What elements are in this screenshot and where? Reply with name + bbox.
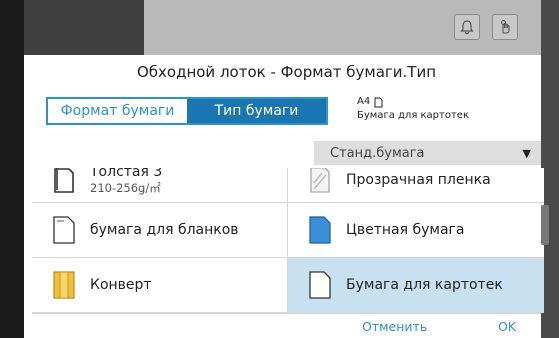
thick-paper-icon (54, 168, 74, 193)
cell-label: Цветная бумага (346, 222, 465, 238)
paper-type-envelope[interactable]: Конверт (32, 258, 288, 313)
page-title: Обходной лоток - Формат бумаги.Тип (136, 63, 437, 81)
portrait-page-icon (374, 97, 383, 107)
cell-label: Конверт (90, 277, 152, 293)
tab-paper-size[interactable]: Формат бумаги (48, 99, 187, 123)
ok-button[interactable]: OK (498, 319, 516, 334)
paper-type-colored[interactable]: Цветная бумага (288, 203, 544, 258)
top-bar (24, 0, 541, 55)
paper-type-dropdown[interactable]: Станд.бумага ▼ (314, 141, 541, 165)
paper-type-thick-3[interactable]: Толстая 3 210-256g/㎡ ··· (32, 168, 288, 203)
chevron-down-icon: ▼ (522, 146, 531, 160)
tab-group: Формат бумаги Тип бумаги (46, 97, 328, 125)
footer: Отменить OK (32, 313, 541, 338)
paper-type-letterhead[interactable]: бумага для бланков (32, 203, 288, 258)
touch-icon[interactable] (492, 14, 518, 40)
cell-label: бумага для бланков (90, 222, 239, 238)
paper-type-index[interactable]: Бумага для картотек (288, 258, 544, 313)
bell-icon[interactable] (454, 14, 480, 40)
colored-paper-icon (309, 216, 331, 244)
column-divider (287, 168, 288, 313)
paper-type-value: Бумага для картотек (357, 110, 469, 121)
cell-sublabel: 210-256g/㎡ (90, 181, 161, 195)
paper-size-value: A4 (357, 96, 371, 107)
top-bar-grey (144, 0, 541, 55)
paper-settings-panel: Обходной лоток - Формат бумаги.Тип Форма… (32, 55, 544, 338)
cell-label: Прозрачная пленка (346, 172, 491, 188)
paper-type-grid: Толстая 3 210-256g/㎡ ··· бумага для блан… (32, 168, 547, 313)
cell-label: Бумага для картотек (346, 277, 503, 293)
cancel-button[interactable]: Отменить (362, 319, 427, 334)
scrollbar[interactable] (541, 205, 549, 245)
envelope-icon (53, 271, 75, 299)
current-paper-info: A4 Бумага для картотек (357, 95, 469, 123)
paper-type-transparency[interactable]: Прозрачная пленка (288, 168, 544, 203)
index-paper-icon (309, 271, 331, 299)
dropdown-value: Станд.бумага (330, 145, 425, 161)
transparency-icon (310, 168, 330, 193)
cell-label: Толстая 3 (90, 168, 163, 180)
letterhead-icon (53, 216, 75, 244)
more-icon[interactable]: ··· (262, 168, 278, 176)
screen: Обходной лоток - Формат бумаги.Тип Форма… (0, 0, 559, 338)
tab-paper-type[interactable]: Тип бумаги (187, 99, 326, 123)
left-border (0, 0, 24, 338)
